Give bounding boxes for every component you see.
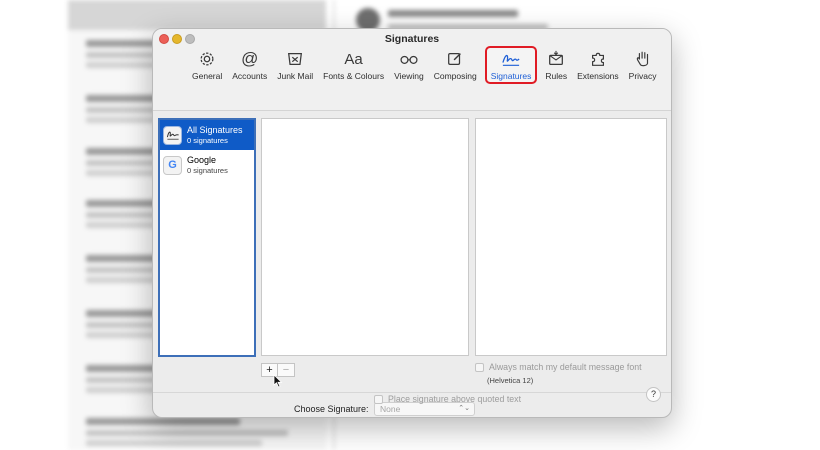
signature-preview[interactable]	[475, 118, 667, 356]
choose-signature-label: Choose Signature:	[294, 404, 369, 414]
tab-label: Rules	[545, 71, 568, 81]
account-item-google[interactable]: G Google 0 signatures	[160, 150, 254, 180]
account-item-all-signatures[interactable]: All Signatures 0 signatures	[160, 120, 254, 150]
envelope-rules-icon	[547, 48, 565, 70]
window-titlebar: Signatures General @ Accounts Junk Mail …	[153, 29, 671, 111]
junk-tray-icon	[286, 48, 304, 70]
place-above-checkbox[interactable]	[374, 394, 383, 404]
tab-label: Signatures	[490, 71, 532, 81]
tab-privacy[interactable]: Privacy	[627, 48, 659, 81]
match-font-label: Always match my default message font	[489, 362, 642, 372]
signatures-content: All Signatures 0 signatures G Google 0 s…	[153, 112, 671, 417]
preferences-toolbar: General @ Accounts Junk Mail Aa Fonts & …	[190, 46, 665, 84]
fonts-icon: Aa	[344, 50, 363, 68]
signature-icon	[163, 125, 182, 145]
background-list-item	[86, 418, 306, 446]
match-font-option[interactable]: Always match my default message font	[475, 362, 642, 372]
tab-composing[interactable]: Composing	[432, 48, 479, 81]
help-button[interactable]: ?	[646, 387, 661, 402]
tab-junk-mail[interactable]: Junk Mail	[275, 48, 315, 81]
tab-accounts[interactable]: @ Accounts	[230, 48, 269, 81]
place-above-label: Place signature above quoted text	[388, 394, 522, 404]
tab-viewing[interactable]: Viewing	[392, 48, 426, 81]
tab-rules[interactable]: Rules	[543, 48, 569, 81]
account-name: All Signatures	[187, 125, 243, 135]
tab-label: General	[192, 71, 223, 81]
place-above-option[interactable]: Place signature above quoted text	[374, 394, 521, 404]
account-signature-count: 0 signatures	[187, 166, 228, 175]
choose-signature-select[interactable]: None ⌃⌄	[374, 402, 475, 416]
signatures-list[interactable]	[261, 118, 469, 356]
tab-label: Viewing	[394, 71, 424, 81]
tab-label: Composing	[433, 71, 477, 81]
accounts-list: All Signatures 0 signatures G Google 0 s…	[158, 118, 256, 357]
tab-label: Accounts	[232, 71, 268, 81]
hand-icon	[634, 48, 652, 70]
tab-general[interactable]: General	[190, 48, 224, 81]
tab-label: Fonts & Colours	[323, 71, 385, 81]
google-icon: G	[163, 155, 182, 175]
background-toolbar	[68, 0, 326, 30]
choose-signature-value: None	[380, 404, 401, 414]
pencil-square-icon	[446, 48, 464, 70]
default-font-note: (Helvetica 12)	[487, 376, 534, 385]
divider	[153, 392, 671, 393]
chevron-updown-icon: ⌃⌄	[458, 405, 470, 412]
window-title: Signatures	[384, 33, 440, 45]
account-signature-count: 0 signatures	[187, 136, 228, 145]
gear-icon	[198, 48, 216, 70]
tab-label: Junk Mail	[277, 71, 314, 81]
tab-label: Privacy	[628, 71, 657, 81]
tab-signatures[interactable]: Signatures	[484, 46, 538, 84]
tab-fonts-colours[interactable]: Aa Fonts & Colours	[321, 48, 386, 82]
match-font-checkbox[interactable]	[475, 362, 484, 372]
signatures-preferences-window: Signatures General @ Accounts Junk Mail …	[152, 28, 672, 418]
glasses-icon	[399, 48, 419, 70]
background-header-line	[388, 10, 518, 17]
puzzle-icon	[589, 48, 607, 70]
signature-icon	[501, 48, 521, 70]
account-name: Google	[187, 155, 217, 165]
at-icon: @	[241, 49, 259, 68]
tab-extensions[interactable]: Extensions	[575, 48, 621, 81]
tab-label: Extensions	[577, 71, 619, 81]
